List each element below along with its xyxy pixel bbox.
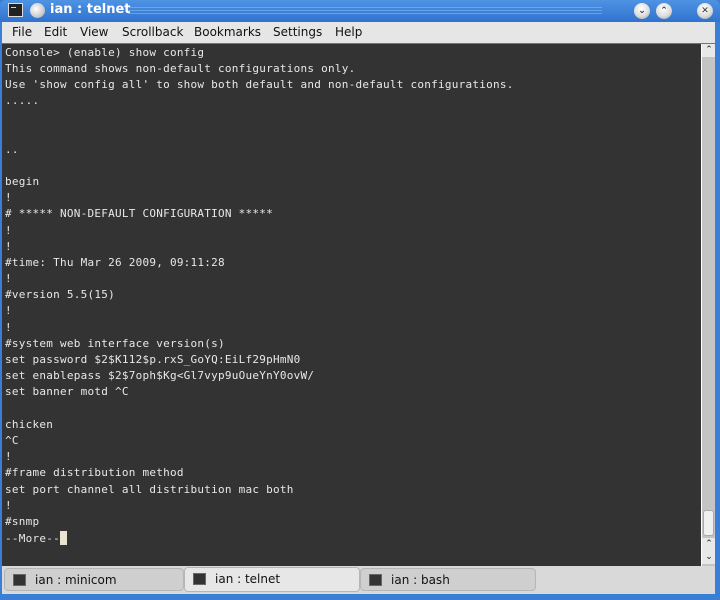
menu-view[interactable]: View <box>80 25 108 39</box>
terminal-line: ! <box>5 450 12 463</box>
terminal-line: #frame distribution method <box>5 466 184 479</box>
tab-telnet[interactable]: ian : telnet <box>184 567 360 592</box>
menu-help[interactable]: Help <box>335 25 362 39</box>
scrollbar-thumb[interactable] <box>703 510 714 536</box>
terminal-line: chicken <box>5 418 54 431</box>
tab-label: ian : minicom <box>35 573 117 587</box>
minimize-button[interactable]: ⌄ <box>634 3 650 19</box>
terminal-line: Use 'show config all' to show both defau… <box>5 78 514 91</box>
menu-file[interactable]: File <box>12 25 32 39</box>
window-title: ian : telnet <box>50 2 131 17</box>
terminal-line: begin <box>5 175 40 188</box>
scroll-up-button-bottom[interactable]: ⌃ <box>702 538 716 551</box>
terminal-line: This command shows non-default configura… <box>5 62 356 75</box>
tab-label: ian : bash <box>391 573 450 587</box>
title-decoration <box>128 7 602 15</box>
terminal-line: #time: Thu Mar 26 2009, 09:11:28 <box>5 256 225 269</box>
tab-bash[interactable]: ian : bash <box>360 568 536 591</box>
terminal-line: set banner motd ^C <box>5 385 129 398</box>
menu-settings[interactable]: Settings <box>273 25 322 39</box>
terminal-line: set enablepass $2$7oph$Kg<Gl7vyp9uOueYnY… <box>5 369 315 382</box>
terminal-app-icon[interactable] <box>8 3 23 17</box>
window-border-bottom <box>0 594 720 600</box>
terminal-line: .. <box>5 143 19 156</box>
scroll-down-button[interactable]: ⌄ <box>702 551 716 564</box>
terminal-line: #version 5.5(15) <box>5 288 115 301</box>
terminal-line: ! <box>5 224 12 237</box>
terminal-line: ! <box>5 240 12 253</box>
terminal-line: ^C <box>5 434 19 447</box>
terminal-icon <box>369 574 382 586</box>
terminal-line: ! <box>5 304 12 317</box>
close-button[interactable]: ✕ <box>697 3 713 19</box>
terminal-icon <box>193 573 206 585</box>
terminal-line: #system web interface version(s) <box>5 337 225 350</box>
tab-minicom[interactable]: ian : minicom <box>4 568 184 591</box>
session-tab-bar: ian : minicom ian : telnet ian : bash <box>2 566 715 594</box>
more-prompt-line: --More-- <box>5 531 67 545</box>
menu-bookmarks[interactable]: Bookmarks <box>194 25 261 39</box>
text-cursor <box>59 531 67 545</box>
terminal-line: set password $2$K112$p.rxS_GoYQ:EiLf29pH… <box>5 353 301 366</box>
title-bar[interactable]: ian : telnet ⌄ ⌃ ✕ <box>0 0 720 22</box>
terminal-line: ! <box>5 272 12 285</box>
terminal-line: ! <box>5 191 12 204</box>
terminal-line: ! <box>5 499 12 512</box>
terminal-line: ..... <box>5 94 40 107</box>
menu-bar: File Edit View Scrollback Bookmarks Sett… <box>0 22 718 43</box>
more-prompt: --More-- <box>5 532 60 545</box>
terminal-line: ! <box>5 321 12 334</box>
pin-icon[interactable] <box>30 3 45 18</box>
menu-scrollback[interactable]: Scrollback <box>122 25 183 39</box>
scrollbar[interactable]: ⌃ ⌃ ⌄ <box>701 44 716 566</box>
terminal-icon <box>13 574 26 586</box>
menu-edit[interactable]: Edit <box>44 25 67 39</box>
scroll-up-button[interactable]: ⌃ <box>702 44 716 57</box>
terminal-line: set port channel all distribution mac bo… <box>5 483 294 496</box>
window-border <box>715 22 720 600</box>
terminal-line: # ***** NON-DEFAULT CONFIGURATION ***** <box>5 207 274 220</box>
terminal-output[interactable]: Console> (enable) show config This comma… <box>2 44 701 566</box>
maximize-button[interactable]: ⌃ <box>656 3 672 19</box>
terminal-line: Console> (enable) show config <box>5 46 205 59</box>
terminal-line: #snmp <box>5 515 40 528</box>
tab-label: ian : telnet <box>215 572 281 586</box>
